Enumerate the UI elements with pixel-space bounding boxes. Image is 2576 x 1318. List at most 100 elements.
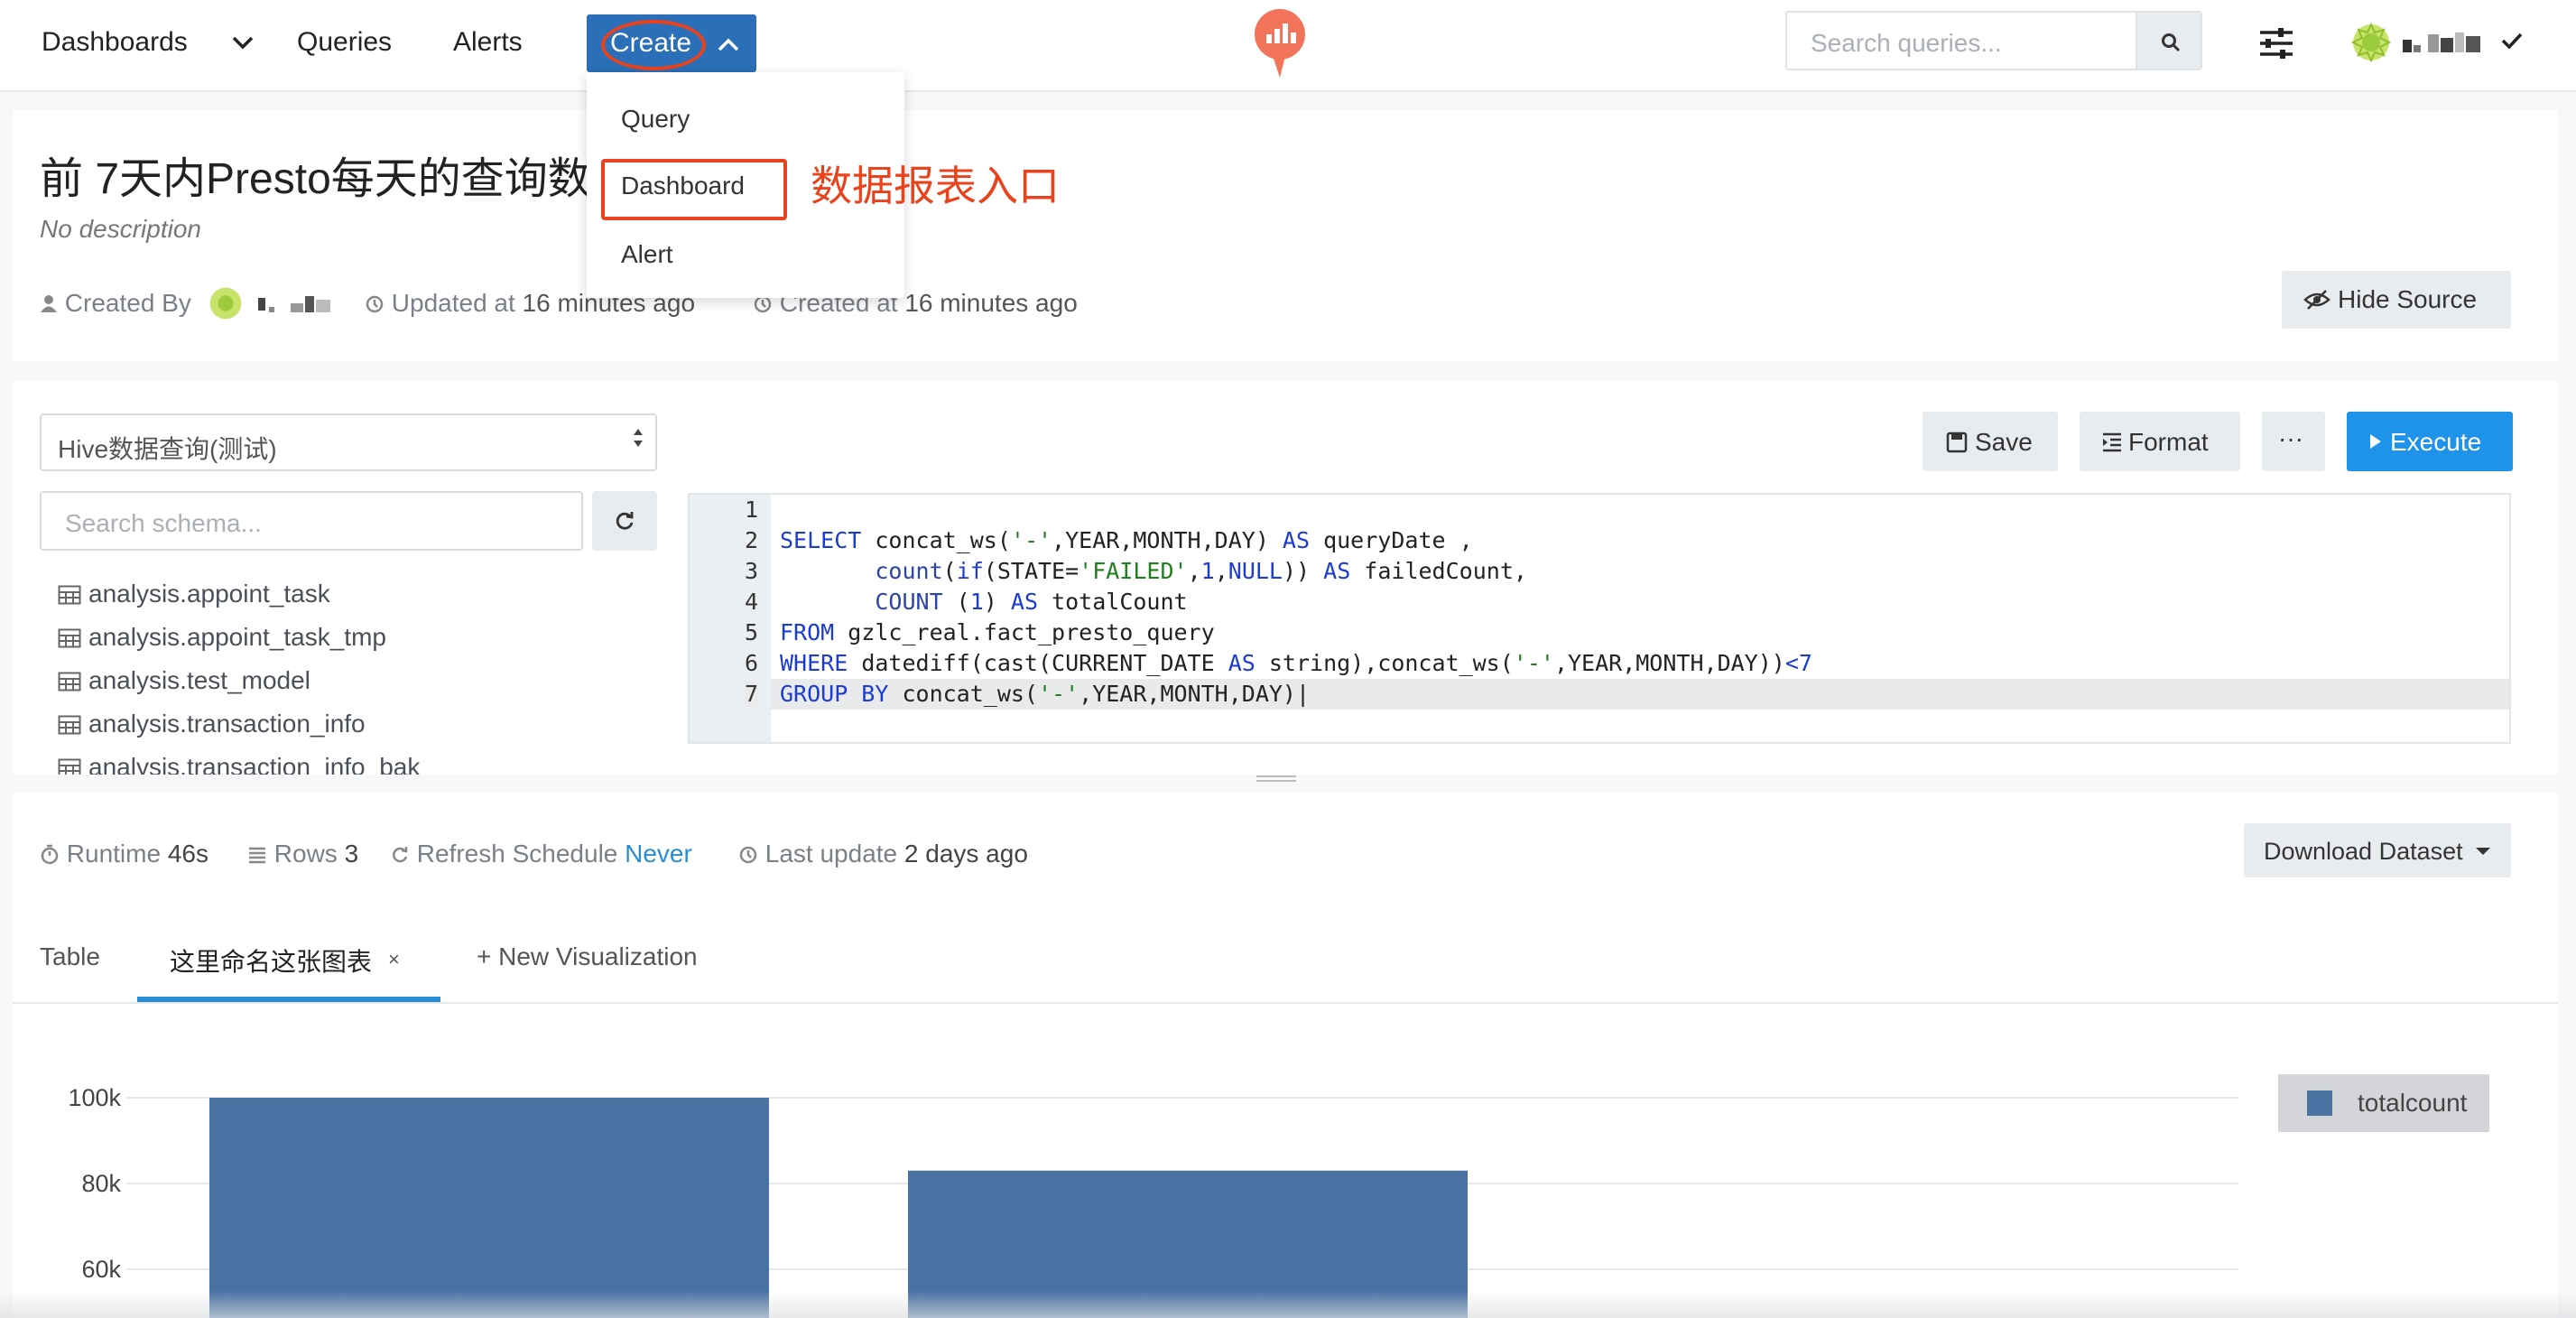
code-line: GROUP BY concat_ws('-',YEAR,MONTH,DAY)| bbox=[780, 681, 1311, 707]
code-line: COUNT (1) AS totalCount bbox=[875, 589, 1188, 615]
updated-label: Updated at bbox=[391, 289, 515, 317]
indent-icon bbox=[2103, 432, 2121, 452]
search-icon bbox=[2162, 33, 2181, 52]
user-icon bbox=[41, 295, 57, 312]
line-gutter: 1 2 3 4 5 6 7 bbox=[690, 495, 771, 742]
chevron-down-icon[interactable] bbox=[229, 29, 256, 60]
redash-logo-icon[interactable] bbox=[1253, 9, 1307, 82]
avatar[interactable] bbox=[2350, 22, 2392, 68]
line-number: 6 bbox=[744, 650, 758, 676]
runtime-label: Runtime bbox=[66, 840, 162, 868]
execute-label: Execute bbox=[2390, 428, 2482, 456]
created-value: 16 minutes ago bbox=[904, 289, 1078, 317]
hide-source-button[interactable]: Hide Source bbox=[2282, 271, 2511, 329]
menu-item-query[interactable]: Query bbox=[621, 105, 690, 134]
username-redacted[interactable] bbox=[2401, 27, 2489, 58]
download-dataset-label: Download Dataset bbox=[2264, 838, 2463, 865]
schema-table-item[interactable]: analysis.appoint_task_tmp bbox=[58, 623, 386, 652]
code-line: count(if(STATE='FAILED',1,NULL)) AS fail… bbox=[875, 558, 1527, 584]
refresh-icon bbox=[616, 512, 634, 530]
code-line: SELECT concat_ws('-',YEAR,MONTH,DAY) AS … bbox=[780, 527, 1473, 553]
ellipsis-icon: ··· bbox=[2278, 424, 2303, 452]
table-icon bbox=[58, 672, 81, 691]
table-icon bbox=[58, 585, 81, 605]
settings-sliders-icon[interactable] bbox=[2256, 25, 2296, 66]
execute-button[interactable]: Execute bbox=[2347, 412, 2513, 471]
runtime-stat: Runtime 46s bbox=[40, 840, 208, 868]
tabs-divider bbox=[13, 1002, 2558, 1004]
schema-table-name: analysis.appoint_task_tmp bbox=[88, 623, 386, 651]
last-update-stat: Last update 2 days ago bbox=[738, 840, 1028, 868]
created-by: Created By bbox=[40, 289, 191, 318]
refresh-schedule-link[interactable]: Never bbox=[625, 840, 692, 868]
save-button[interactable]: Save bbox=[1923, 412, 2058, 471]
creator-name-redacted bbox=[256, 291, 338, 322]
last-update-value: 2 days ago bbox=[903, 840, 1028, 868]
schema-table-item[interactable]: analysis.transaction_info_bak bbox=[58, 753, 420, 775]
schema-table-name: analysis.transaction_info_bak bbox=[88, 753, 421, 775]
datasource-select[interactable]: Hive数据查询(测试) bbox=[40, 413, 657, 471]
resize-handle-icon[interactable] bbox=[1256, 773, 1296, 789]
bar bbox=[209, 1098, 769, 1318]
history-icon bbox=[366, 295, 384, 313]
schema-table-item[interactable]: analysis.appoint_task bbox=[58, 580, 330, 608]
menu-item-alert[interactable]: Alert bbox=[621, 240, 673, 269]
chart-legend[interactable]: totalcount bbox=[2278, 1074, 2489, 1132]
refresh-schedule-label: Refresh Schedule bbox=[416, 840, 618, 868]
rows-stat: Rows 3 bbox=[247, 840, 358, 868]
more-options-button[interactable]: ··· bbox=[2262, 412, 2325, 471]
tab-visualization[interactable]: 这里命名这张图表 bbox=[170, 942, 372, 979]
line-number: 4 bbox=[744, 589, 758, 615]
line-number: 7 bbox=[744, 681, 758, 707]
rows-value: 3 bbox=[344, 840, 359, 868]
legend-swatch bbox=[2307, 1091, 2332, 1116]
search-button[interactable] bbox=[2136, 11, 2202, 70]
tab-close-icon[interactable]: × bbox=[388, 948, 400, 971]
schema-table-name: analysis.appoint_task bbox=[88, 580, 330, 608]
list-icon bbox=[249, 847, 265, 864]
hide-source-label: Hide Source bbox=[2338, 285, 2478, 313]
download-dataset-button[interactable]: Download Dataset bbox=[2244, 823, 2511, 877]
bottom-fade bbox=[0, 1291, 2576, 1318]
page-title[interactable]: 前 7天内Presto每天的查询数 bbox=[40, 143, 599, 206]
runtime-value: 46s bbox=[167, 840, 208, 868]
query-description[interactable]: No description bbox=[40, 215, 201, 244]
schema-table-name: analysis.transaction_info bbox=[88, 710, 366, 738]
save-label: Save bbox=[1975, 428, 2033, 456]
highlight-box bbox=[601, 159, 787, 220]
save-icon bbox=[1946, 432, 1968, 453]
refresh-icon bbox=[393, 847, 408, 863]
format-button[interactable]: Format bbox=[2080, 412, 2240, 471]
eye-slash-icon bbox=[2303, 290, 2330, 310]
nav-alerts[interactable]: Alerts bbox=[453, 27, 523, 58]
annotation-label: 数据报表入口 bbox=[811, 162, 1060, 209]
tab-new-visualization[interactable]: + New Visualization bbox=[477, 942, 698, 971]
stopwatch-icon bbox=[41, 844, 59, 865]
line-number: 5 bbox=[744, 619, 758, 645]
sql-editor[interactable]: 1 2 3 4 5 6 7 SELECT concat_ws('-',YEAR,… bbox=[688, 493, 2511, 744]
creator-avatar bbox=[208, 285, 244, 326]
code-line: FROM gzlc_real.fact_presto_query bbox=[780, 619, 1215, 645]
schema-table-item[interactable]: analysis.test_model bbox=[58, 666, 310, 695]
bar-chart: 100k 80k 60k bbox=[68, 1084, 2238, 1318]
created-by-label: Created By bbox=[64, 289, 191, 317]
caret-down-icon bbox=[2476, 848, 2490, 855]
line-number: 1 bbox=[744, 497, 758, 523]
rows-label: Rows bbox=[273, 840, 338, 868]
select-arrows-icon bbox=[632, 424, 644, 456]
search-queries-input[interactable]: Search queries... bbox=[1785, 11, 2136, 70]
schema-table-name: analysis.test_model bbox=[88, 666, 310, 694]
highlight-ellipse bbox=[601, 20, 706, 70]
last-update-label: Last update bbox=[764, 840, 898, 868]
schema-table-item[interactable]: analysis.transaction_info bbox=[58, 710, 366, 738]
check-icon[interactable] bbox=[2500, 31, 2524, 55]
line-number: 2 bbox=[744, 527, 758, 553]
tab-table[interactable]: Table bbox=[40, 942, 100, 971]
schema-refresh-button[interactable] bbox=[592, 491, 657, 551]
history-icon bbox=[739, 846, 757, 864]
nav-dashboards[interactable]: Dashboards bbox=[42, 27, 188, 58]
nav-queries[interactable]: Queries bbox=[297, 27, 392, 58]
table-icon bbox=[58, 758, 81, 775]
format-label: Format bbox=[2128, 428, 2209, 456]
schema-search-input[interactable]: Search schema... bbox=[40, 491, 583, 551]
